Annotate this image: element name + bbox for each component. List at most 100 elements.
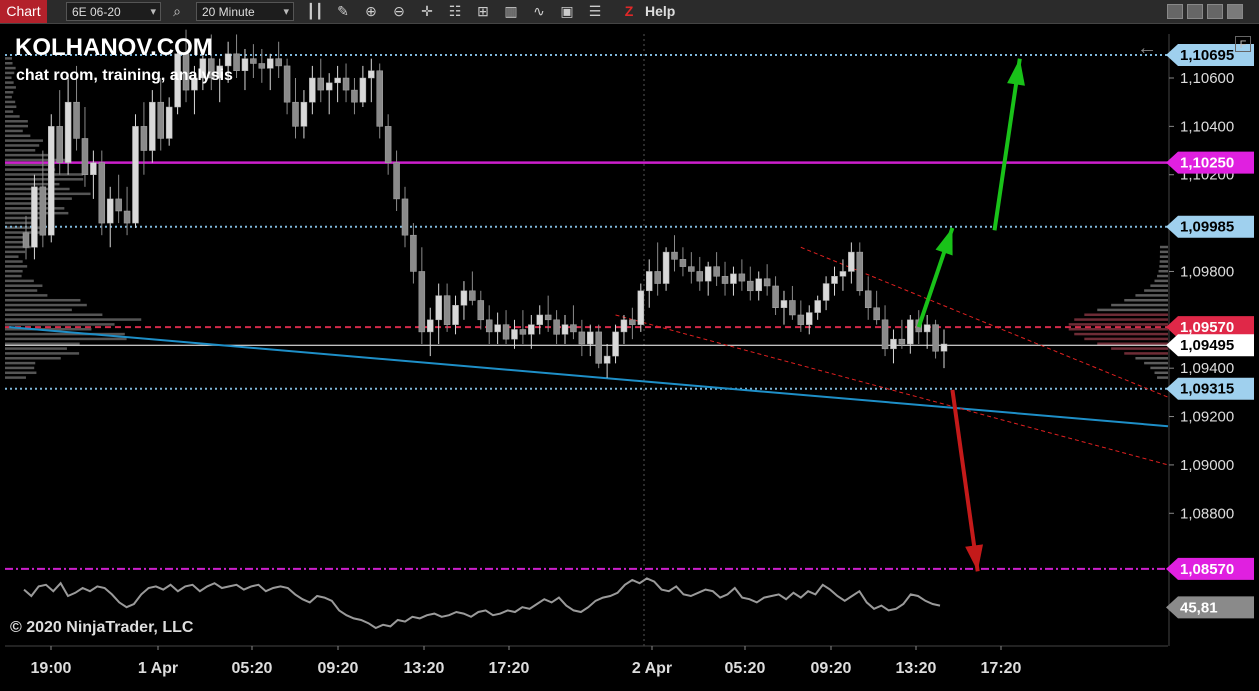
f-button[interactable]: F [1235,36,1251,52]
zoom-out-icon[interactable]: ⊖ [390,3,408,20]
candle-body [603,355,611,364]
volume-profile-bar-left [5,366,35,370]
volume-profile-bar-left [5,66,16,70]
help-menu[interactable]: Help [645,0,675,23]
price-chart[interactable]: 1,106001,104001,102001,098001,094001,092… [0,24,1259,691]
candle-body [519,329,527,335]
volume-profile-bar-left [5,76,12,79]
volume-profile-bar-left [5,71,15,75]
volume-profile-bar-left [5,168,56,171]
volume-profile-bar-right [1150,284,1168,287]
search-icon[interactable]: ⌕ [168,3,186,20]
strategies-icon[interactable]: ▥ [502,3,520,20]
candle-body [629,319,636,325]
volume-profile-bar-left [5,134,31,138]
candle-body [890,338,897,350]
volume-profile-bar-right [1157,274,1168,278]
volume-profile-bar-right [1159,250,1168,254]
candle-body [334,77,341,84]
volume-profile-bar-right [1159,265,1168,268]
volume-profile-bar-left [5,95,12,99]
bars-icon[interactable]: ┃┃ [306,3,324,20]
candle-body [275,58,282,67]
y-tick-label: 1,09400 [1180,360,1234,377]
volume-profile-bar-left [5,57,12,60]
plot-area [5,34,1168,658]
candle-body [620,319,628,333]
volume-profile-bar-right [1084,337,1168,341]
candle-body [940,343,948,352]
indicators-icon[interactable]: ∿ [530,3,548,20]
candle-body [747,280,754,292]
volume-profile-bar-left [5,105,17,109]
draw-icon[interactable]: ✎ [334,3,352,20]
candle-body [839,271,847,277]
volume-profile-bar-left [5,289,38,292]
volume-profile-bar-right [1144,361,1168,365]
volume-profile-bar-left [5,361,36,365]
volume-profile-bar-right [1068,327,1168,331]
x-tick-label: 09:20 [811,660,852,677]
templates-icon[interactable]: ⊞ [474,3,492,20]
volume-profile-bar-left [5,86,16,89]
back-arrow-icon[interactable]: ← [1137,38,1157,58]
candle-body [149,101,156,151]
candle-body [763,278,771,287]
volume-profile-bar-left [5,342,80,345]
candle-body [898,338,906,345]
x-tick-label: 2 Apr [632,660,672,677]
minimize-icon[interactable] [1167,4,1183,19]
price-level-label: 1,10250 [1180,155,1234,172]
data-box-icon[interactable]: ☰ [586,3,604,20]
maximize-icon[interactable] [1207,4,1223,19]
x-tick-label: 1 Apr [138,660,178,677]
close-icon[interactable] [1227,4,1243,19]
volume-profile-bar-right [1150,366,1168,370]
volume-profile-bar-left [5,318,142,321]
chart-tab[interactable]: Chart [0,0,47,23]
zoom-in-icon[interactable]: ⊕ [362,3,380,20]
candle-body [578,331,586,345]
candle-body [376,70,383,127]
candle-body [477,300,485,321]
candle-body [241,58,249,71]
candle-body [39,186,47,236]
volume-profile-bar-right [1159,245,1168,249]
volume-profile-bar-left [5,255,19,258]
snapshot-icon[interactable]: ▣ [558,3,576,20]
restore-icon[interactable] [1187,4,1203,19]
candle-body [452,305,459,325]
candle-body [923,324,931,333]
candle-body [587,331,594,345]
chevron-down-icon: ▾ [283,6,289,18]
crosshair-icon[interactable]: ✛ [418,3,436,20]
x-tick-label: 13:20 [896,660,937,677]
candle-body [544,314,552,321]
volume-profile-bar-left [5,260,23,263]
volume-profile-bar-right [1074,318,1168,321]
time-axis [0,646,1259,691]
candle-body [469,290,476,301]
candle-body [283,65,291,103]
candle-body [258,63,266,69]
volume-profile-bar-left [5,240,26,244]
price-level-label: 1,09570 [1180,319,1234,336]
volume-profile-bar-right [1154,371,1168,375]
candle-body [266,58,274,69]
candle-body [224,53,232,67]
volume-profile-bar-right [1068,323,1168,326]
candle-body [115,198,122,212]
interval-select[interactable]: 20 Minute ▾ [196,2,294,21]
candle-body [831,276,838,284]
price-level-label: 1,10695 [1180,47,1234,64]
properties-icon[interactable]: ☷ [446,3,464,20]
instrument-select[interactable]: 6E 06-20 ▾ [66,2,161,21]
candle-body [570,324,577,333]
brand-title: KOLHANOV.COM [15,34,213,61]
candle-body [64,101,72,163]
x-tick-label: 19:00 [31,660,72,677]
candle-body [106,198,114,224]
candle-body [157,101,165,139]
candle-body [485,319,493,333]
volume-profile-bar-left [5,100,16,104]
